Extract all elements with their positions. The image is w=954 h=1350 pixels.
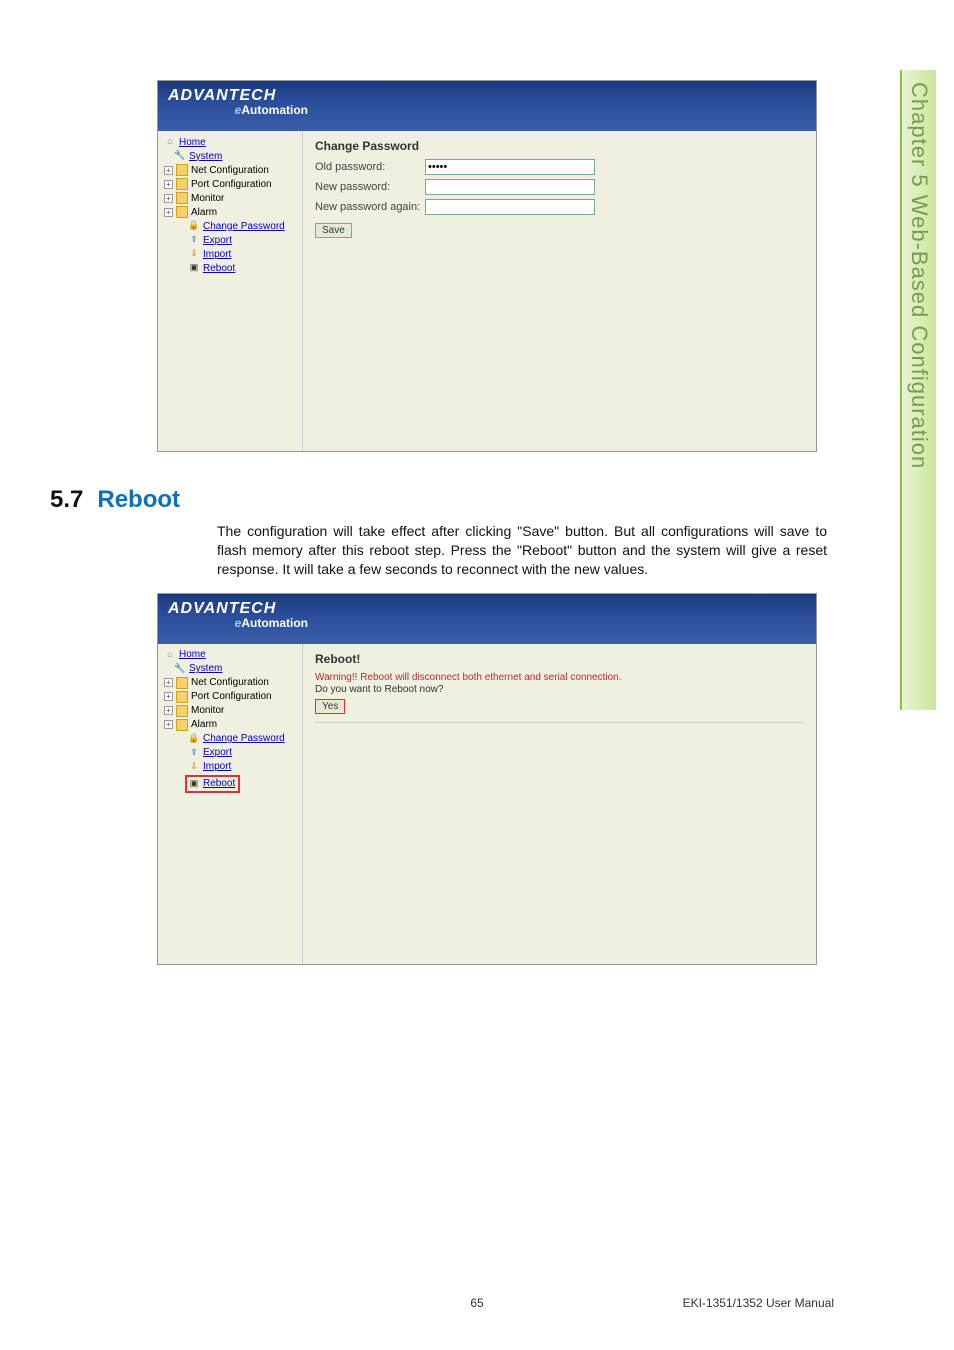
- app-header: ADVANTECH eAutomation: [158, 81, 816, 131]
- folder-icon: [176, 691, 188, 703]
- subbrand-text: Automation: [241, 616, 308, 630]
- page-number: 65: [470, 1296, 483, 1310]
- subbrand-text: Automation: [241, 103, 308, 117]
- content-heading: Reboot!: [315, 652, 804, 666]
- folder-icon: [176, 677, 188, 689]
- folder-icon: [176, 206, 188, 218]
- reboot-question: Do you want to Reboot now?: [315, 684, 804, 695]
- nav-home[interactable]: ⌂Home: [160, 648, 300, 662]
- nav-home[interactable]: ⌂Home: [160, 135, 300, 149]
- content-heading: Change Password: [315, 139, 804, 153]
- new-password-input[interactable]: [425, 179, 595, 195]
- reboot-warning: Warning!! Reboot will disconnect both et…: [315, 672, 804, 683]
- plus-icon[interactable]: +: [164, 180, 173, 189]
- section-title: Reboot: [97, 486, 180, 514]
- plus-icon[interactable]: +: [164, 208, 173, 217]
- nav-reboot[interactable]: ▣Reboot: [160, 261, 300, 275]
- folder-icon: [176, 164, 188, 176]
- nav-port-config[interactable]: +Port Configuration: [160, 690, 300, 704]
- nav-import[interactable]: ⇩Import: [160, 760, 300, 774]
- yes-button[interactable]: Yes: [315, 699, 345, 714]
- nav-change-password[interactable]: 🔒Change Password: [160, 219, 300, 233]
- folder-icon: [176, 192, 188, 204]
- plus-icon[interactable]: +: [164, 678, 173, 687]
- nav-alarm[interactable]: +Alarm: [160, 718, 300, 732]
- wrench-icon: 🔧: [174, 663, 186, 675]
- nav-port-config[interactable]: +Port Configuration: [160, 177, 300, 191]
- nav-monitor[interactable]: +Monitor: [160, 704, 300, 718]
- chapter-side-tab: Chapter 5 Web-Based Configuration: [900, 70, 936, 710]
- plus-icon[interactable]: +: [164, 720, 173, 729]
- folder-icon: [176, 178, 188, 190]
- nav-monitor[interactable]: +Monitor: [160, 191, 300, 205]
- import-icon: ⇩: [188, 248, 200, 260]
- export-icon: ⇪: [188, 747, 200, 759]
- nav-tree: ⌂Home 🔧System +Net Configuration +Port C…: [158, 644, 303, 964]
- new-password-again-input[interactable]: [425, 199, 595, 215]
- nav-net-config[interactable]: +Net Configuration: [160, 163, 300, 177]
- reboot-icon: ▣: [188, 778, 200, 790]
- wrench-icon: 🔧: [174, 150, 186, 162]
- nav-system[interactable]: 🔧System: [160, 662, 300, 676]
- app-window-reboot: ADVANTECH eAutomation ⌂Home 🔧System +Net…: [157, 593, 817, 965]
- nav-system[interactable]: 🔧System: [160, 149, 300, 163]
- import-icon: ⇩: [188, 761, 200, 773]
- nav-reboot-selected[interactable]: ▣Reboot: [160, 774, 300, 794]
- nav-export[interactable]: ⇪Export: [160, 746, 300, 760]
- section-heading: 5.7 Reboot: [50, 486, 894, 514]
- content-pane: Change Password Old password: New passwo…: [303, 131, 816, 451]
- old-password-label: Old password:: [315, 161, 425, 173]
- old-password-input[interactable]: [425, 159, 595, 175]
- app-window-change-password: ADVANTECH eAutomation ⌂Home 🔧System +Net…: [157, 80, 817, 452]
- brand-subtitle: eAutomation: [168, 616, 308, 630]
- reboot-icon: ▣: [188, 262, 200, 274]
- nav-net-config[interactable]: +Net Configuration: [160, 676, 300, 690]
- lock-icon: 🔒: [188, 220, 200, 232]
- nav-alarm[interactable]: +Alarm: [160, 205, 300, 219]
- save-button[interactable]: Save: [315, 223, 352, 238]
- nav-import[interactable]: ⇩Import: [160, 247, 300, 261]
- plus-icon[interactable]: +: [164, 166, 173, 175]
- new-password-again-label: New password again:: [315, 201, 425, 213]
- section-body-text: The configuration will take effect after…: [147, 522, 827, 579]
- home-icon: ⌂: [164, 649, 176, 661]
- divider: [315, 722, 804, 723]
- brand-subtitle: eAutomation: [168, 103, 308, 117]
- app-header: ADVANTECH eAutomation: [158, 594, 816, 644]
- page-footer: 65 EKI-1351/1352 User Manual: [0, 1296, 954, 1310]
- folder-icon: [176, 705, 188, 717]
- lock-icon: 🔒: [188, 733, 200, 745]
- home-icon: ⌂: [164, 136, 176, 148]
- nav-tree: ⌂Home 🔧System +Net Configuration +Port C…: [158, 131, 303, 451]
- content-pane: Reboot! Warning!! Reboot will disconnect…: [303, 644, 816, 964]
- nav-export[interactable]: ⇪Export: [160, 233, 300, 247]
- chapter-side-text: Chapter 5 Web-Based Configuration: [906, 82, 932, 469]
- plus-icon[interactable]: +: [164, 194, 173, 203]
- export-icon: ⇪: [188, 234, 200, 246]
- folder-icon: [176, 719, 188, 731]
- plus-icon[interactable]: +: [164, 706, 173, 715]
- section-number: 5.7: [50, 486, 83, 514]
- manual-name: EKI-1351/1352 User Manual: [683, 1296, 834, 1310]
- nav-change-password[interactable]: 🔒Change Password: [160, 732, 300, 746]
- new-password-label: New password:: [315, 181, 425, 193]
- plus-icon[interactable]: +: [164, 692, 173, 701]
